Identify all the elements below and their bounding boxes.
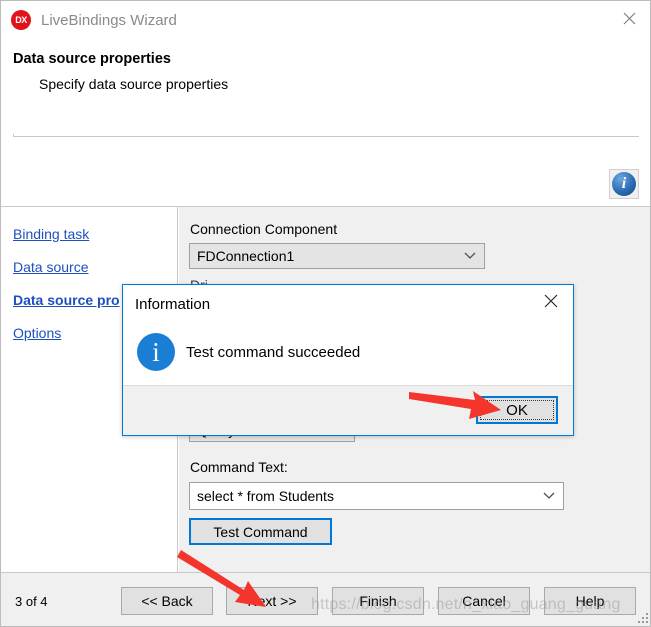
help-button[interactable]: Help xyxy=(544,587,636,615)
dialog-info-icon: i xyxy=(137,333,175,371)
info-icon: i xyxy=(612,172,636,196)
test-command-label: Test Command xyxy=(213,523,308,540)
dialog-ok-button[interactable]: OK xyxy=(476,396,558,424)
dx-logo-icon: DX xyxy=(11,10,31,30)
next-button-label: Next >> xyxy=(247,593,297,609)
back-button-label: << Back xyxy=(141,593,193,609)
command-text-value: select * from Students xyxy=(197,488,334,504)
command-text-label: Command Text: xyxy=(190,459,288,475)
window-title: LiveBindings Wizard xyxy=(41,11,177,29)
header-divider xyxy=(13,134,639,137)
sidebar-item-data-source-properties[interactable]: Data source pro xyxy=(13,292,120,308)
step-indicator: 3 of 4 xyxy=(15,594,48,609)
chevron-down-icon xyxy=(543,492,555,499)
help-button-label: Help xyxy=(575,593,605,609)
information-dialog: Information i Test command succeeded OK xyxy=(122,284,574,436)
title-bar: DX LiveBindings Wizard xyxy=(1,1,650,39)
command-text-combobox[interactable]: select * from Students xyxy=(189,482,564,510)
close-icon xyxy=(544,294,558,308)
window-close-button[interactable] xyxy=(606,1,650,35)
finish-button[interactable]: Finish xyxy=(332,587,424,615)
cancel-button-label: Cancel xyxy=(462,593,506,609)
sidebar-item-data-source[interactable]: Data source xyxy=(13,259,88,275)
info-help-button[interactable]: i xyxy=(609,169,639,199)
dialog-title: Information xyxy=(135,296,211,313)
resize-grip[interactable] xyxy=(638,613,649,624)
dialog-close-button[interactable] xyxy=(529,285,573,317)
connection-component-combobox[interactable]: FDConnection1 xyxy=(189,243,485,269)
cancel-button[interactable]: Cancel xyxy=(438,587,530,615)
test-command-button[interactable]: Test Command xyxy=(189,518,332,545)
back-button[interactable]: << Back xyxy=(121,587,213,615)
wizard-header: Data source properties Specify data sour… xyxy=(1,39,650,206)
connection-component-label: Connection Component xyxy=(190,221,338,237)
page-title: Data source properties xyxy=(13,51,171,67)
connection-component-value: FDConnection1 xyxy=(197,248,295,264)
finish-button-label: Finish xyxy=(359,593,397,609)
sidebar-item-binding-task[interactable]: Binding task xyxy=(13,226,89,242)
sidebar-item-options[interactable]: Options xyxy=(13,325,61,341)
livebindings-wizard-window: DX LiveBindings Wizard Data source prope… xyxy=(0,0,651,627)
wizard-footer: 3 of 4 << Back Next >> Finish Cancel Hel… xyxy=(1,572,650,626)
dialog-ok-label: OK xyxy=(506,401,528,419)
dialog-message: Test command succeeded xyxy=(186,344,361,361)
close-icon xyxy=(623,12,635,24)
chevron-down-icon xyxy=(464,252,476,259)
next-button[interactable]: Next >> xyxy=(226,587,318,615)
page-subtitle: Specify data source properties xyxy=(39,76,229,92)
